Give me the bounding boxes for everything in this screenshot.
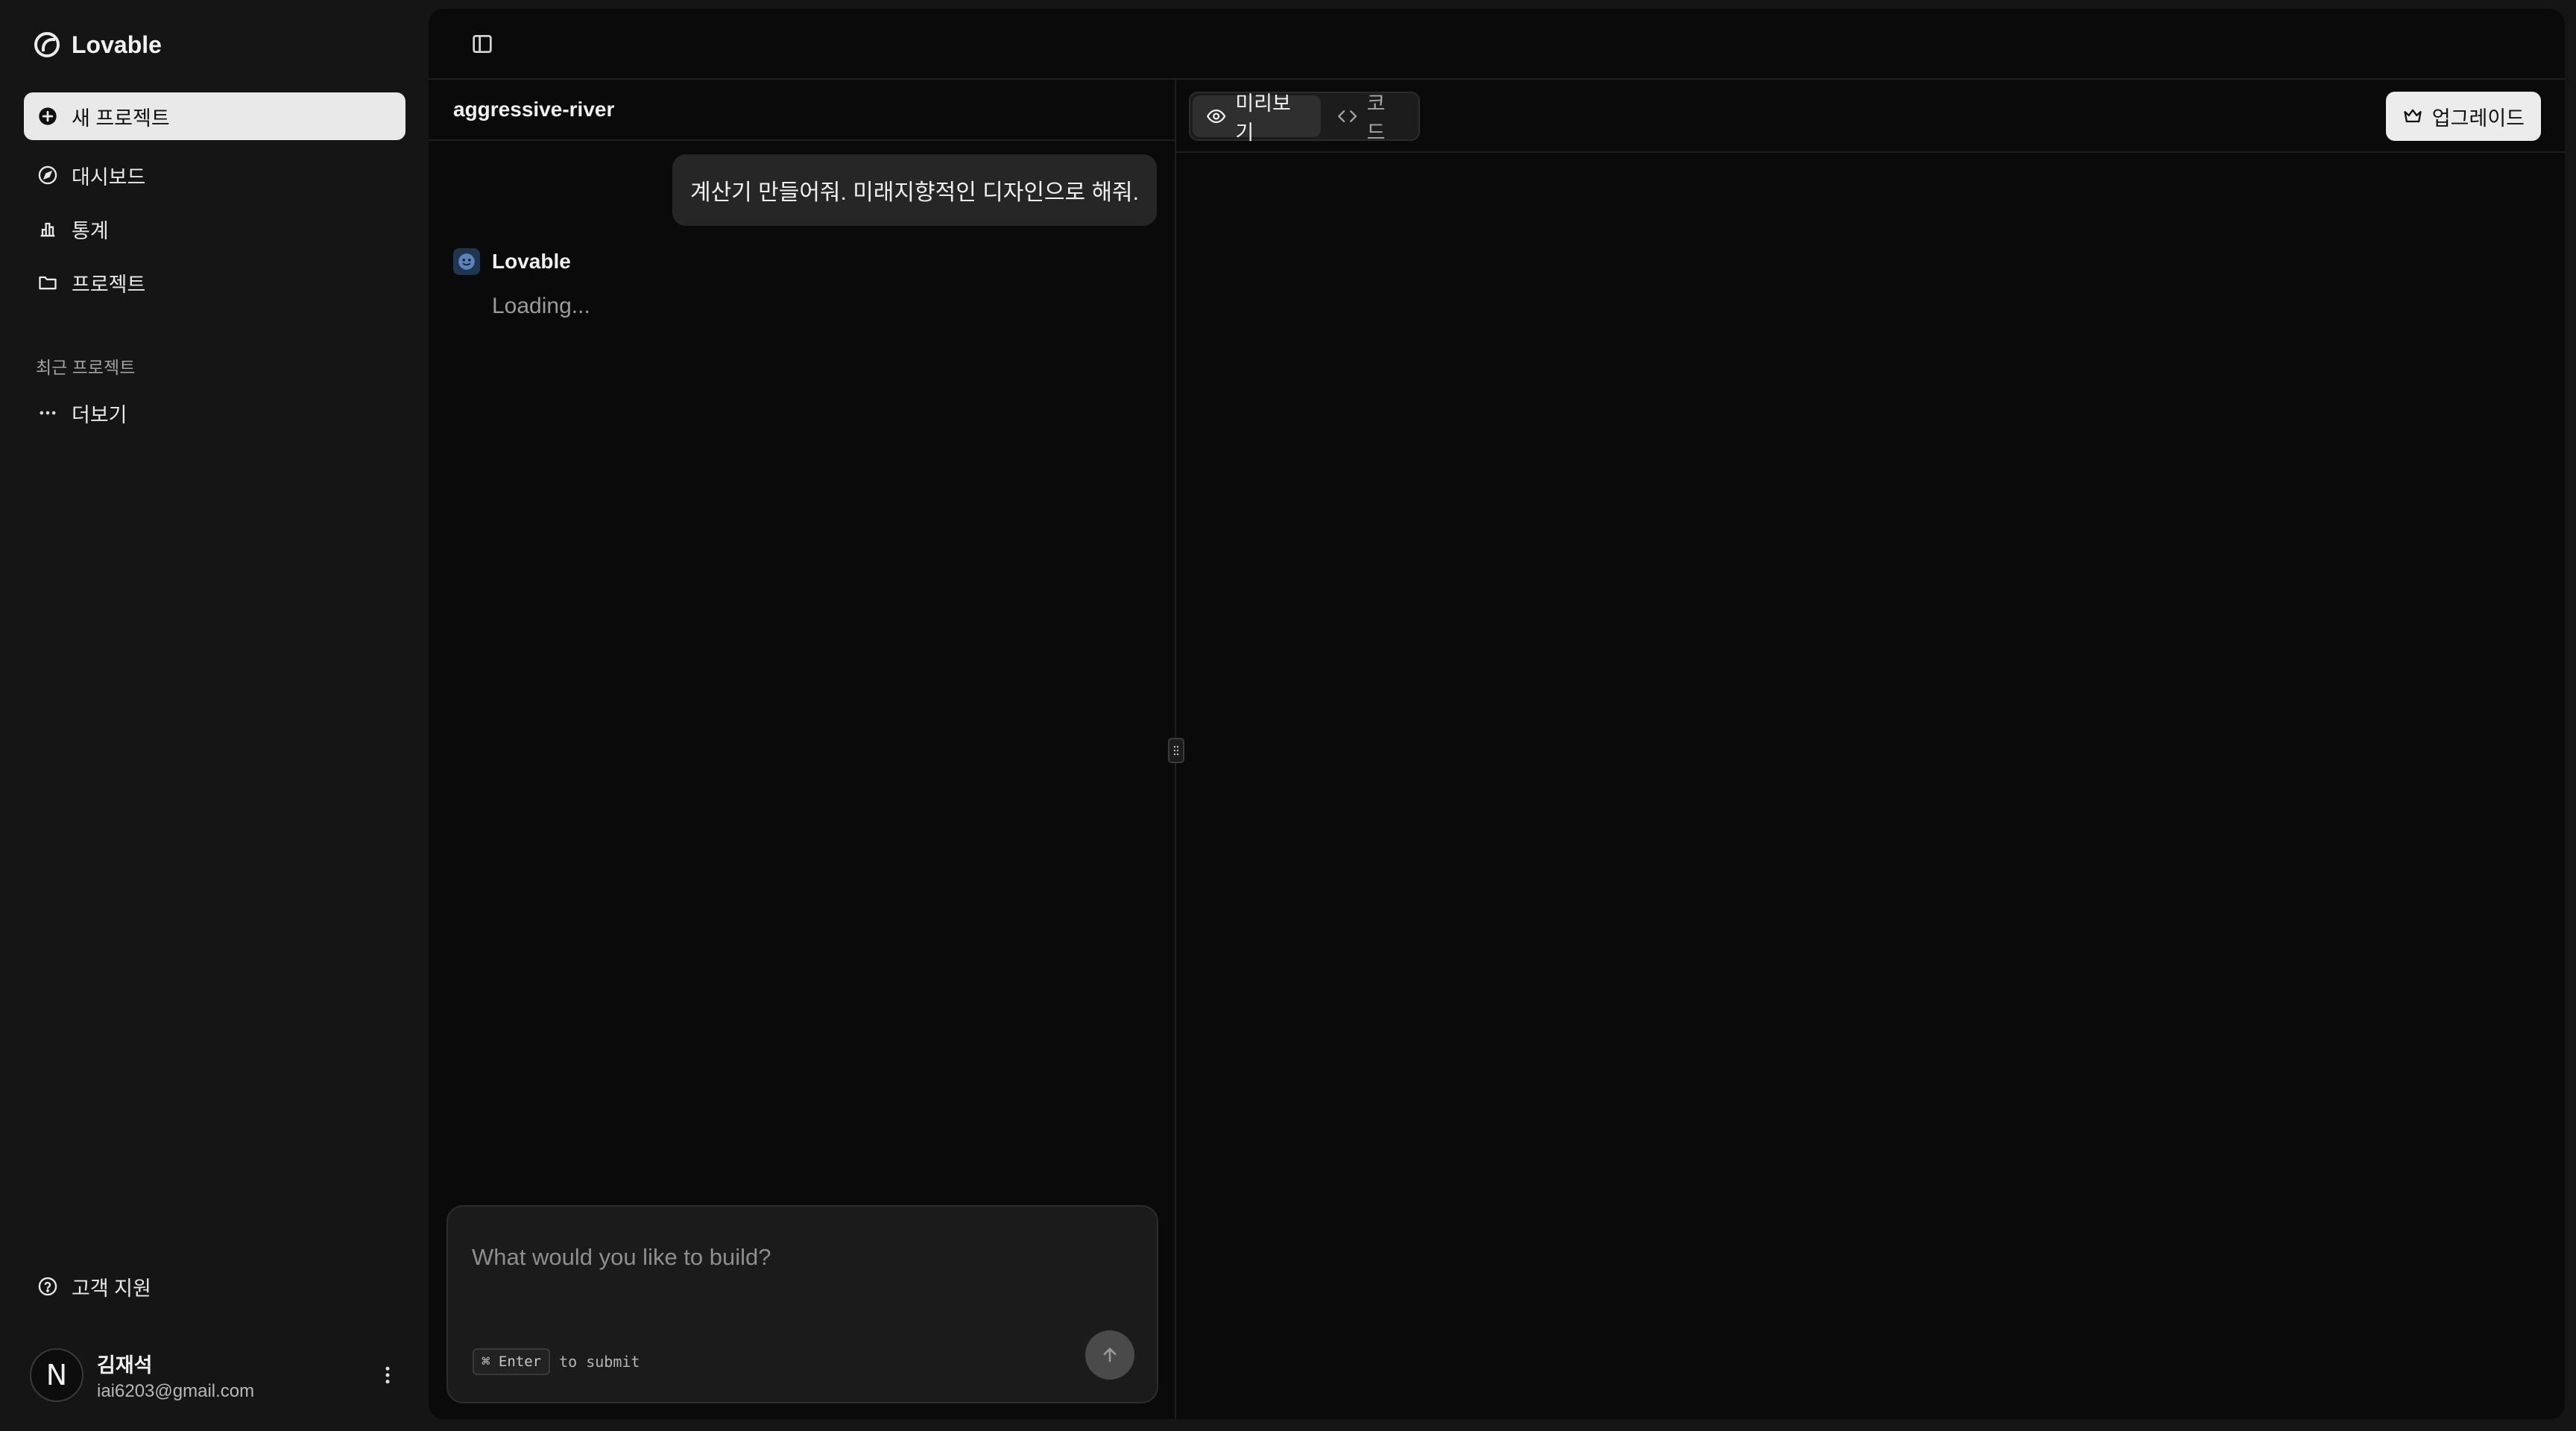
arrow-up-icon: [1103, 1348, 1117, 1362]
project-name: aggressive-river: [429, 80, 1175, 141]
prompt-input[interactable]: [472, 1235, 1128, 1280]
plus-circle-icon: [37, 106, 58, 127]
user-profile[interactable]: N 김재석 iai6203@gmail.com: [30, 1346, 402, 1404]
main-panel: aggressive-river 계산기 만들어줘. 미래지향적인 디자인으로 …: [429, 9, 2565, 1419]
sidebar-item-stats[interactable]: 통계: [24, 205, 405, 253]
tab-label: 코드: [1366, 92, 1386, 144]
loading-text: Loading...: [492, 294, 590, 318]
ellipsis-icon: [37, 402, 58, 423]
sidebar-item-label: 통계: [72, 219, 109, 242]
preview-toolbar: 미리보기 코드 업그레이드: [1176, 80, 2565, 153]
compass-icon: [37, 165, 58, 186]
support-link[interactable]: 고객 지원: [24, 1263, 405, 1310]
view-switcher: 미리보기 코드: [1189, 92, 1420, 144]
assistant-header: Lovable: [453, 248, 571, 275]
crown-icon: [2404, 109, 2422, 123]
preview-panel: 미리보기 코드 업그레이드: [1176, 80, 2565, 1419]
bar-chart-icon: [37, 218, 58, 239]
user-email: iai6203@gmail.com: [97, 1380, 255, 1401]
more-vertical-icon[interactable]: [373, 1360, 402, 1390]
user-name: 김재석: [97, 1353, 153, 1377]
sidebar-item-label: 새 프로젝트: [72, 107, 170, 130]
tab-preview[interactable]: 미리보기: [1193, 92, 1322, 144]
app-window: Lovable 새 프로젝트 대시보드 통계 프로젝트 최근 프로젝트 더보기 …: [0, 0, 2576, 1431]
support-label: 고객 지원: [72, 1277, 151, 1300]
message-composer: ⌘ Enter to submit: [446, 1205, 1158, 1403]
shortcut-key: ⌘ Enter: [473, 1348, 551, 1375]
code-icon: [1338, 110, 1357, 122]
sidebar-item-more[interactable]: 더보기: [24, 389, 405, 437]
sidebar-item-label: 프로젝트: [72, 273, 146, 296]
sidebar-item-label: 더보기: [72, 403, 127, 426]
upgrade-label: 업그레이드: [2431, 107, 2525, 130]
sidebar-item-projects[interactable]: 프로젝트: [24, 259, 405, 306]
chat-panel: aggressive-river 계산기 만들어줘. 미래지향적인 디자인으로 …: [429, 80, 1176, 1419]
tab-code[interactable]: 코드: [1324, 92, 1416, 144]
help-circle-icon: [37, 1276, 58, 1297]
sidebar-item-dashboard[interactable]: 대시보드: [24, 151, 405, 199]
sidebar-item-label: 대시보드: [72, 165, 146, 189]
eye-icon: [1206, 109, 1226, 124]
folder-icon: [37, 272, 58, 293]
submit-hint: ⌘ Enter to submit: [473, 1348, 640, 1375]
sidebar-toggle-icon[interactable]: [467, 29, 497, 59]
lovable-logo-icon: [34, 32, 60, 57]
brand-name: Lovable: [72, 31, 162, 58]
upgrade-button[interactable]: 업그레이드: [2385, 92, 2541, 141]
recent-projects-label: 최근 프로젝트: [36, 358, 136, 377]
lovable-avatar-icon: [453, 248, 480, 275]
sidebar-item-new-project[interactable]: 새 프로젝트: [24, 92, 405, 140]
sidebar: Lovable 새 프로젝트 대시보드 통계 프로젝트 최근 프로젝트 더보기 …: [0, 0, 429, 1431]
submit-hint-text: to submit: [559, 1353, 640, 1371]
tab-label: 미리보기: [1235, 92, 1291, 144]
assistant-name: Lovable: [492, 250, 571, 273]
avatar: N: [30, 1348, 83, 1402]
user-message: 계산기 만들어줘. 미래지향적인 디자인으로 해줘.: [672, 154, 1157, 226]
top-bar: [429, 9, 2565, 80]
brand[interactable]: Lovable: [34, 27, 162, 63]
send-button[interactable]: [1085, 1330, 1134, 1380]
